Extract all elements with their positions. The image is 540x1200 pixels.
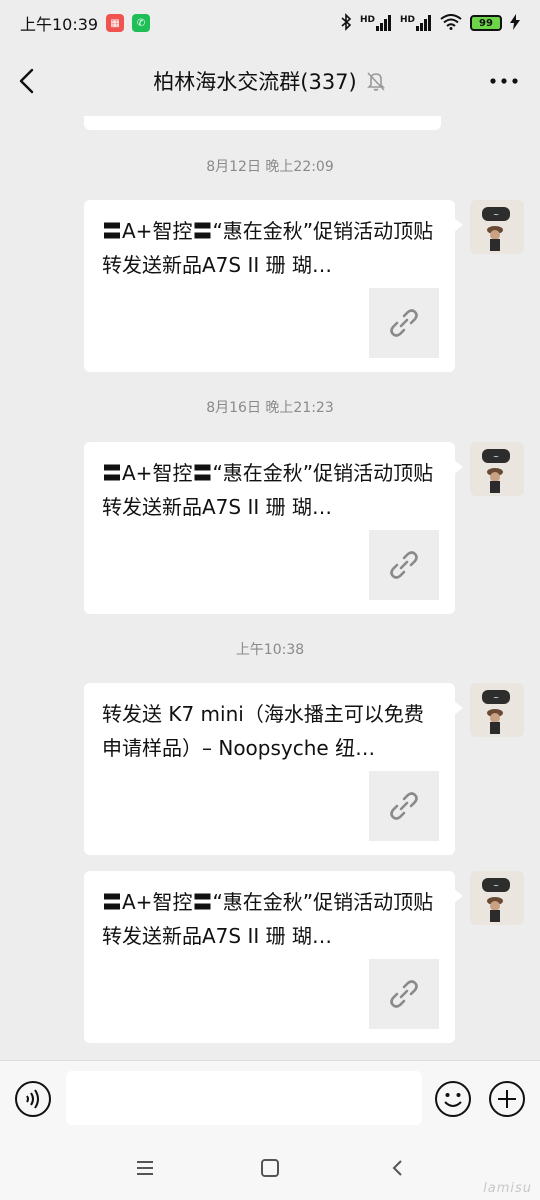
avatar[interactable]: ~ (470, 200, 524, 254)
plus-icon (489, 1081, 525, 1117)
link-thumbnail (369, 959, 439, 1029)
home-button[interactable] (258, 1156, 282, 1180)
svg-text:~: ~ (493, 453, 499, 461)
status-indicators: HD HD 99 (340, 12, 520, 34)
voice-icon (15, 1081, 51, 1117)
message-input[interactable] (66, 1071, 422, 1125)
bluetooth-icon (340, 12, 352, 34)
link-message-title: 〓A+智控〓“惠在金秋”促销活动顶贴转发送新品A7S II 珊 瑚… (102, 890, 434, 948)
previous-message-card[interactable] (84, 116, 441, 130)
link-thumbnail (369, 288, 439, 358)
link-thumbnail (369, 530, 439, 600)
link-icon (390, 792, 418, 820)
emoji-icon (435, 1081, 471, 1117)
link-message-title: 〓A+智控〓“惠在金秋”促销活动顶贴转发送新品A7S II 珊 瑚… (102, 219, 434, 277)
signal-icon-1: HD (360, 15, 392, 31)
mute-bell-icon (365, 70, 387, 92)
chat-area[interactable]: 8月12日 晚上22:09 〓A+智控〓“惠在金秋”促销活动顶贴转发送新品A7S… (0, 116, 540, 1060)
link-message-title: 转发送 K7 mini（海水播主可以免费申请样品）– Noopsyche 纽… (102, 702, 424, 760)
link-icon (390, 980, 418, 1008)
network-type-1: HD (359, 15, 375, 25)
phone-notification-icon: ✆ (132, 14, 151, 32)
nav-back-button[interactable] (386, 1156, 410, 1180)
watermark: lamisu (483, 1181, 532, 1196)
system-nav-bar: lamisu (0, 1136, 540, 1200)
svg-text:~: ~ (493, 694, 499, 702)
input-bar (0, 1060, 540, 1136)
link-message-card[interactable]: 〓A+智控〓“惠在金秋”促销活动顶贴转发送新品A7S II 珊 瑚… (84, 871, 463, 1043)
charging-icon (510, 13, 520, 33)
signal-icon-2: HD (400, 15, 432, 31)
home-icon (261, 1159, 279, 1177)
message-timestamp: 上午10:38 (235, 642, 305, 658)
menu-icon (137, 1161, 153, 1175)
menu-button[interactable] (133, 1156, 157, 1180)
voice-button[interactable] (14, 1080, 52, 1118)
avatar[interactable]: ~ (470, 683, 524, 737)
more-icon (490, 78, 518, 84)
app-notification-icon: ▦ (106, 14, 125, 32)
title-wrap: 柏林海水交流群(337) (153, 66, 386, 96)
link-thumbnail (369, 771, 439, 841)
nav-back-icon (392, 1160, 402, 1176)
link-message-title: 〓A+智控〓“惠在金秋”促销活动顶贴转发送新品A7S II 珊 瑚… (102, 461, 434, 519)
emoji-button[interactable] (434, 1080, 472, 1118)
svg-text:~: ~ (493, 882, 499, 890)
message-timestamp: 8月16日 晚上21:23 (206, 400, 334, 416)
message-timestamp: 8月12日 晚上22:09 (206, 159, 334, 175)
link-icon (390, 551, 418, 579)
back-icon (19, 68, 34, 94)
more-button[interactable] (488, 68, 520, 94)
avatar[interactable]: ~ (470, 871, 524, 925)
more-functions-button[interactable] (488, 1080, 526, 1118)
battery-icon: 99 (470, 15, 502, 31)
link-message-card[interactable]: 〓A+智控〓“惠在金秋”促销活动顶贴转发送新品A7S II 珊 瑚… (84, 442, 463, 614)
avatar[interactable]: ~ (470, 442, 524, 496)
back-button[interactable] (14, 64, 42, 98)
status-time: 上午10:39 (20, 15, 99, 34)
chat-title: 柏林海水交流群(337) (153, 70, 357, 94)
network-type-2: HD (399, 15, 415, 25)
link-message-card[interactable]: 〓A+智控〓“惠在金秋”促销活动顶贴转发送新品A7S II 珊 瑚… (84, 200, 463, 372)
svg-text:~: ~ (493, 211, 499, 219)
wifi-icon (440, 13, 462, 33)
link-icon (390, 309, 418, 337)
chat-header: 柏林海水交流群(337) (0, 46, 540, 116)
status-bar: 上午10:39 ▦ ✆ HD HD 99 (0, 0, 540, 46)
link-message-card[interactable]: 转发送 K7 mini（海水播主可以免费申请样品）– Noopsyche 纽… (84, 683, 463, 855)
